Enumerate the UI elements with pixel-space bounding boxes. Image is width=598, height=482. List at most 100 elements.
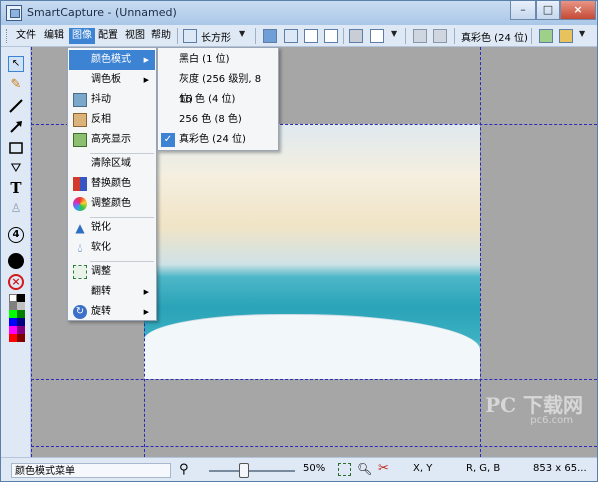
checkmark-icon: ✓ (161, 133, 175, 147)
print-icon[interactable] (349, 29, 363, 43)
title-bar: SmartCapture - (Unnamed) – □ × (1, 1, 597, 25)
menu-image[interactable]: 图像 (69, 28, 95, 44)
pointer-tool-icon[interactable]: ↖ (8, 56, 24, 72)
stamp-tool-icon[interactable]: ♙ (8, 200, 24, 216)
menu-item-color-mode[interactable]: 颜色模式 ▶ (69, 50, 155, 70)
menu-item-soften[interactable]: 💧︎ 软化 (69, 238, 155, 258)
save-icon[interactable] (263, 29, 277, 43)
menu-help[interactable]: 帮助 (148, 28, 174, 44)
no-color-icon[interactable]: × (8, 274, 24, 290)
zoom-slider-track[interactable] (209, 470, 295, 472)
palette-swatch[interactable] (17, 302, 25, 310)
watermark-url: pc6.com (530, 415, 573, 426)
color-mode-option[interactable]: 灰度 (256 级别, 8 位) (159, 70, 277, 105)
select-shape-icon[interactable] (183, 29, 197, 43)
menu-item-palette[interactable]: 调色板 ▶ (69, 70, 155, 90)
image-menu-dropdown: 颜色模式 ▶ 调色板 ▶ 抖动 反相 高亮显示 清除区域 替换颜色 调整颜色 ▲ 锐化… (67, 47, 157, 321)
rectangle-tool-icon[interactable] (8, 140, 24, 156)
menu-item-label: 调整 (91, 266, 111, 277)
palette-swatch[interactable] (17, 318, 25, 326)
app-window: SmartCapture - (Unnamed) – □ × 文件 编辑 图像 … (0, 0, 598, 482)
selection-guide-right (480, 47, 481, 457)
menu-view[interactable]: 视图 (122, 28, 148, 44)
window-view-icon[interactable] (559, 29, 573, 43)
close-button[interactable]: × (560, 1, 596, 20)
adjust-color-icon (73, 197, 87, 211)
number-tool-icon[interactable]: 4 (8, 227, 24, 243)
undo-icon[interactable] (413, 29, 427, 43)
selection-guide-lower (31, 446, 597, 447)
fill-bucket-tool-icon[interactable]: ⛛ (8, 161, 24, 177)
menu-item-label: 颜色模式 (91, 54, 131, 65)
invert-icon (73, 113, 87, 127)
palette-swatch[interactable] (17, 326, 25, 334)
menu-item-clear-area[interactable]: 清除区域 (69, 154, 155, 174)
brush-size-icon[interactable] (8, 253, 24, 269)
text-tool-icon[interactable]: T (8, 180, 24, 196)
crop-icon[interactable] (338, 463, 351, 476)
image-view-icon[interactable] (539, 29, 553, 43)
palette-swatch[interactable] (9, 318, 17, 326)
highlight-icon (73, 133, 87, 147)
shape-select-label[interactable]: 长方形 (201, 29, 231, 44)
scissors-icon[interactable]: ✂ (378, 461, 389, 476)
palette-swatch[interactable] (17, 310, 25, 318)
color-mode-option[interactable]: 16 色 (4 位) (159, 90, 277, 110)
grip-handle[interactable] (6, 29, 9, 43)
paste-icon[interactable] (324, 29, 338, 43)
magnify-icon[interactable]: 🔍︎ (357, 462, 372, 476)
shape-dropdown-arrow-icon[interactable]: ▼ (239, 29, 245, 38)
menu-item-invert[interactable]: 反相 (69, 110, 155, 130)
dither-icon (73, 93, 87, 107)
line-tool-icon[interactable] (8, 98, 24, 114)
palette-swatch[interactable] (17, 294, 25, 302)
copy-icon[interactable] (304, 29, 318, 43)
menu-item-rotate[interactable]: ↻ 旋转 ▶ (69, 302, 155, 322)
menu-edit[interactable]: 编辑 (41, 28, 67, 44)
menu-item-label: 调整颜色 (91, 198, 131, 209)
menu-file[interactable]: 文件 (13, 28, 39, 44)
menu-item-dither[interactable]: 抖动 (69, 90, 155, 110)
status-message: 颜色模式菜单 (11, 463, 171, 478)
color-mode-option-selected[interactable]: ✓ 真彩色 (24 位) (159, 130, 277, 150)
menu-toolbar-row: 文件 编辑 图像 配置 视图 帮助 长方形 ▼ ▼ 真彩色 (24 位) ▼ (1, 25, 597, 47)
palette-swatch[interactable] (9, 302, 17, 310)
menu-item-label: 软化 (91, 242, 111, 253)
menu-item-flip[interactable]: 翻转 ▶ (69, 282, 155, 302)
pencil-tool-icon[interactable]: ✎ (8, 77, 24, 93)
view-dropdown-arrow-icon[interactable]: ▼ (579, 29, 585, 38)
toolbar-separator (255, 28, 256, 44)
menu-item-replace-color[interactable]: 替换颜色 (69, 174, 155, 194)
arrow-tool-icon[interactable] (8, 119, 24, 135)
toolbar-separator (177, 28, 178, 44)
status-bar: 颜色模式菜单 ⚲ 50% 🔍︎ ✂ X, Y R, G, B 853 x 65.… (1, 457, 597, 481)
palette-swatch[interactable] (9, 310, 17, 318)
menu-config[interactable]: 配置 (95, 28, 121, 44)
color-mode-submenu: 黑白 (1 位) 灰度 (256 级别, 8 位) 16 色 (4 位) 256… (157, 47, 279, 151)
sharpen-icon: ▲ (75, 221, 85, 235)
palette-swatch[interactable] (9, 294, 17, 302)
email-icon[interactable] (370, 29, 384, 43)
redo-icon[interactable] (433, 29, 447, 43)
minimize-button[interactable]: – (510, 1, 536, 20)
toolbar-separator (343, 28, 344, 44)
zoom-search-icon[interactable]: ⚲ (179, 462, 189, 477)
maximize-button[interactable]: □ (536, 1, 560, 20)
palette-swatch[interactable] (17, 334, 25, 342)
menu-item-resize[interactable]: 调整 (69, 262, 155, 282)
color-mode-indicator: 真彩色 (24 位) (461, 33, 528, 44)
save-all-icon[interactable] (284, 29, 298, 43)
resize-icon (73, 265, 87, 279)
email-dropdown-arrow-icon[interactable]: ▼ (391, 29, 397, 38)
menu-item-sharpen[interactable]: ▲ 锐化 (69, 218, 155, 238)
watermark-text: PC 下载网 (485, 393, 583, 417)
zoom-slider-thumb[interactable] (239, 463, 249, 478)
menu-item-adjust-color[interactable]: 调整颜色 (69, 194, 155, 214)
palette-swatch[interactable] (9, 326, 17, 334)
menu-item-highlight[interactable]: 高亮显示 (69, 130, 155, 150)
image-ice-shore (144, 314, 480, 379)
color-mode-option[interactable]: 256 色 (8 色) (159, 110, 277, 130)
image-size: 853 x 65... (533, 463, 587, 474)
color-mode-option[interactable]: 黑白 (1 位) (159, 50, 277, 70)
palette-swatch[interactable] (9, 334, 17, 342)
